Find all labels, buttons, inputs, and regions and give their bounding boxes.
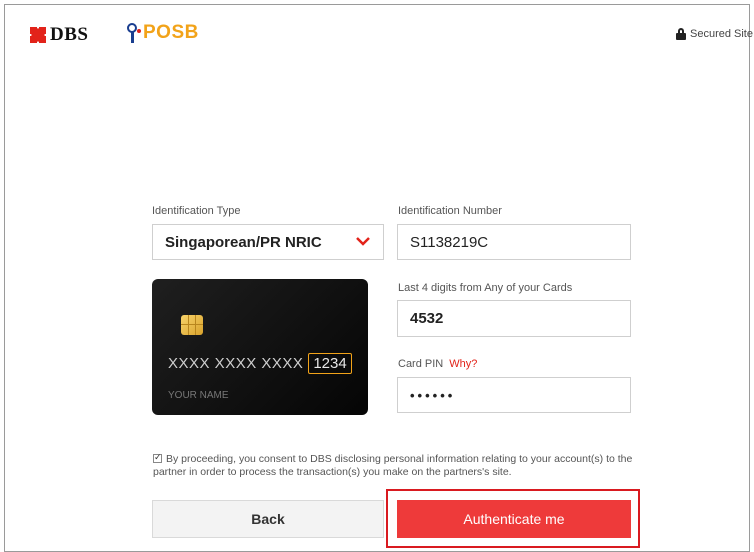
last4-input[interactable]: 4532 xyxy=(397,300,631,337)
posb-logo-text: POSB xyxy=(143,22,199,43)
posb-key-icon xyxy=(125,23,141,43)
dbs-logo-text: DBS xyxy=(50,24,89,45)
card-chip-icon xyxy=(181,315,203,335)
id-type-label: Identification Type xyxy=(152,205,241,217)
secured-site-indicator: Secured Site xyxy=(676,28,753,40)
card-masked-number: XXXX XXXX XXXX xyxy=(168,355,304,372)
back-button[interactable]: Back xyxy=(152,500,384,538)
pin-label: Card PIN xyxy=(398,358,444,370)
consent-text: By proceeding, you consent to DBS disclo… xyxy=(153,453,633,478)
pin-label-row: Card PIN Why? xyxy=(398,358,477,370)
consent-text-block: By proceeding, you consent to DBS disclo… xyxy=(153,451,643,479)
secured-site-text: Secured Site xyxy=(690,28,753,40)
id-type-value: Singaporean/PR NRIC xyxy=(165,233,322,251)
last4-value: 4532 xyxy=(410,310,444,327)
dbs-logo: DBS xyxy=(30,24,88,46)
card-name-placeholder: YOUR NAME xyxy=(168,390,229,401)
authenticate-button[interactable]: Authenticate me xyxy=(397,500,631,538)
consent-checkbox[interactable] xyxy=(153,451,162,464)
lock-icon xyxy=(676,28,686,40)
last4-label: Last 4 digits from Any of your Cards xyxy=(398,282,573,294)
dbs-star-icon xyxy=(30,27,46,43)
id-number-label: Identification Number xyxy=(398,205,502,217)
posb-logo: POSB xyxy=(125,22,199,44)
pin-input[interactable]: •••••• xyxy=(397,377,631,413)
chevron-down-icon xyxy=(356,237,370,246)
pin-why-link[interactable]: Why? xyxy=(449,358,477,370)
id-number-input[interactable]: S1138219C xyxy=(397,224,631,260)
card-last4-highlight: 1234 xyxy=(308,353,352,374)
id-type-select[interactable]: Singaporean/PR NRIC xyxy=(152,224,384,260)
id-number-value: S1138219C xyxy=(410,233,489,251)
card-illustration: XXXX XXXX XXXX 1234 YOUR NAME xyxy=(152,279,368,415)
pin-value: •••••• xyxy=(410,387,456,403)
